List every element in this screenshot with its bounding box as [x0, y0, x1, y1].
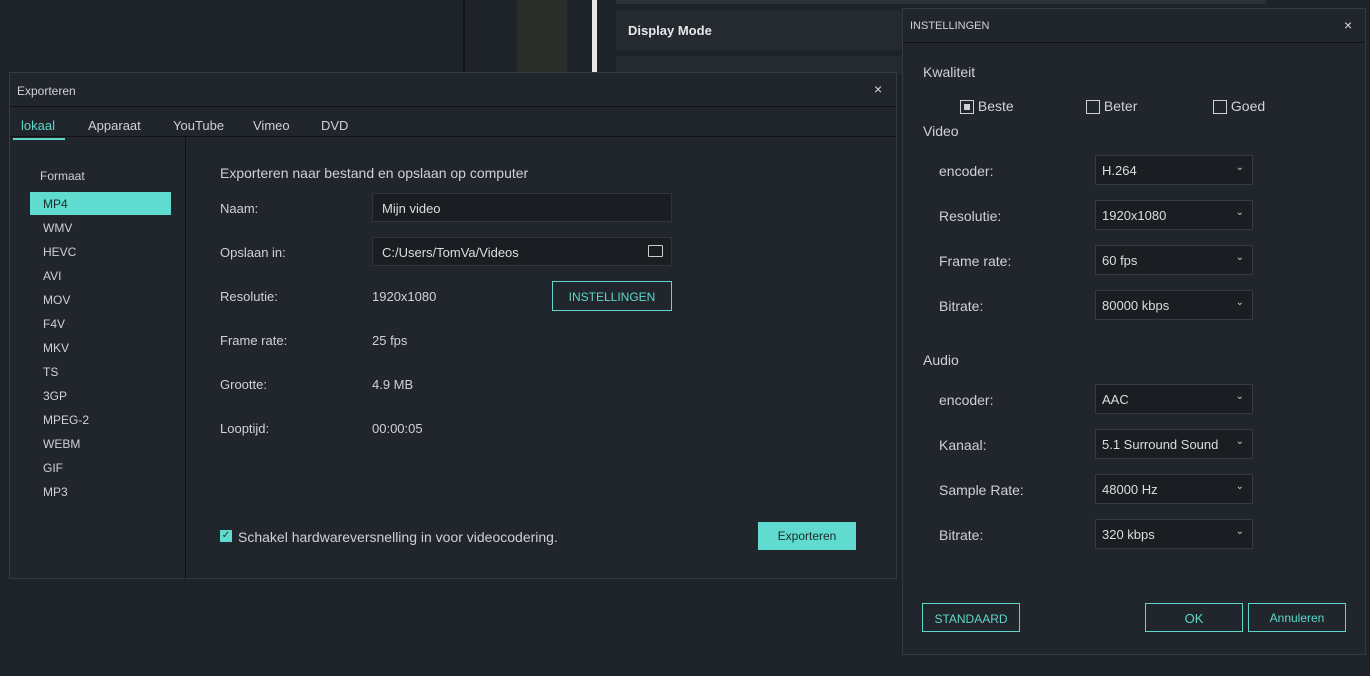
format-item-mov[interactable]: MOV	[30, 288, 171, 311]
video-select[interactable]: H.264 ⌄	[1095, 155, 1253, 185]
export-title: Exporteren	[17, 84, 76, 98]
format-item-mkv[interactable]: MKV	[30, 336, 171, 359]
folder-icon[interactable]	[648, 245, 663, 257]
size-label: Grootte:	[220, 377, 267, 392]
audio-field-label: Sample Rate:	[939, 482, 1024, 498]
select-value: 80000 kbps	[1102, 298, 1170, 313]
select-value: 320 kbps	[1102, 527, 1155, 542]
format-item-gif[interactable]: GIF	[30, 456, 171, 479]
standard-button[interactable]: STANDAARD	[922, 603, 1020, 632]
resolution-label: Resolutie:	[220, 289, 278, 304]
select-value: AAC	[1102, 392, 1129, 407]
format-item-3gp[interactable]: 3GP	[30, 384, 171, 407]
cancel-button[interactable]: Annuleren	[1248, 603, 1346, 632]
tab-youtube[interactable]: YouTube	[173, 118, 224, 133]
chevron-down-icon: ⌄	[1235, 252, 1244, 263]
duration-label: Looptijd:	[220, 421, 270, 436]
quality-option-beste[interactable]: Beste	[960, 98, 1014, 115]
framerate-label: Frame rate:	[220, 333, 288, 348]
audio-select[interactable]: 5.1 Surround Sound ⌄	[1095, 429, 1253, 459]
title-divider	[10, 106, 896, 107]
quality-option-label: Goed	[1230, 98, 1266, 114]
video-label: Video	[923, 123, 959, 139]
format-item-wmv[interactable]: WMV	[30, 216, 171, 239]
format-item-avi[interactable]: AVI	[30, 264, 171, 287]
settings-title: INSTELLINGEN	[910, 20, 990, 32]
preview-strip	[517, 0, 567, 72]
save-path-input[interactable]: C:/Users/TomVa/Videos	[372, 237, 672, 266]
size-value: 4.9 MB	[372, 377, 414, 392]
framerate-value: 25 fps	[372, 333, 408, 348]
checkbox-icon[interactable]	[1086, 100, 1100, 115]
preview-border	[592, 0, 597, 72]
select-value: H.264	[1102, 163, 1137, 178]
format-item-mp3[interactable]: MP3	[30, 480, 171, 503]
chevron-down-icon: ⌄	[1235, 297, 1244, 308]
ok-button[interactable]: OK	[1145, 603, 1243, 632]
format-item-mp4[interactable]: MP4	[30, 192, 171, 215]
format-item-webm[interactable]: WEBM	[30, 432, 171, 455]
chevron-down-icon: ⌄	[1235, 436, 1244, 447]
sidebar-divider	[185, 137, 186, 579]
close-icon[interactable]: ×	[874, 81, 882, 97]
quality-option-label: Beste	[977, 98, 1014, 114]
checkbox-icon[interactable]	[1213, 100, 1227, 115]
audio-select[interactable]: AAC ⌄	[1095, 384, 1253, 414]
format-item-hevc[interactable]: HEVC	[30, 240, 171, 263]
title-divider	[903, 42, 1365, 43]
save-path-value: C:/Users/TomVa/Videos	[382, 245, 519, 260]
quality-option-label: Beter	[1103, 98, 1138, 114]
chevron-down-icon: ⌄	[1235, 207, 1244, 218]
display-mode-header[interactable]: Display Mode	[616, 10, 906, 50]
audio-select[interactable]: 320 kbps ⌄	[1095, 519, 1253, 549]
settings-button[interactable]: INSTELLINGEN	[552, 281, 672, 311]
video-field-label: Bitrate:	[939, 298, 984, 314]
audio-field-label: Kanaal:	[939, 437, 987, 453]
chevron-down-icon: ⌄	[1235, 391, 1244, 402]
chevron-down-icon: ⌄	[1235, 162, 1244, 173]
format-label: Formaat	[40, 169, 85, 183]
audio-field-label: encoder:	[939, 392, 994, 408]
panel-top	[616, 0, 1266, 4]
checkbox-icon[interactable]	[960, 100, 974, 115]
export-button[interactable]: Exporteren	[758, 522, 856, 550]
tab-vimeo[interactable]: Vimeo	[253, 118, 290, 133]
video-select[interactable]: 60 fps ⌄	[1095, 245, 1253, 275]
format-item-ts[interactable]: TS	[30, 360, 171, 383]
select-value: 5.1 Surround Sound	[1102, 437, 1219, 452]
chevron-down-icon: ⌄	[1235, 526, 1244, 537]
format-item-mpeg-2[interactable]: MPEG-2	[30, 408, 171, 431]
quality-option-beter[interactable]: Beter	[1086, 98, 1138, 115]
video-field-label: Resolutie:	[939, 208, 1002, 224]
name-label: Naam:	[220, 201, 259, 216]
save-label: Opslaan in:	[220, 245, 286, 260]
resolution-value: 1920x1080	[372, 289, 437, 304]
name-input[interactable]: Mijn video	[372, 193, 672, 222]
duration-value: 00:00:05	[372, 421, 423, 436]
video-select[interactable]: 1920x1080 ⌄	[1095, 200, 1253, 230]
hw-accel-checkbox[interactable]: ✓	[220, 530, 232, 542]
video-select[interactable]: 80000 kbps ⌄	[1095, 290, 1253, 320]
audio-label: Audio	[923, 352, 959, 368]
tab-apparaat[interactable]: Apparaat	[88, 118, 141, 133]
quality-label: Kwaliteit	[923, 64, 976, 80]
video-field-label: encoder:	[939, 163, 994, 179]
audio-field-label: Bitrate:	[939, 527, 984, 543]
close-icon[interactable]: ×	[1344, 17, 1352, 33]
select-value: 1920x1080	[1102, 208, 1167, 223]
select-value: 48000 Hz	[1102, 482, 1158, 497]
audio-select[interactable]: 48000 Hz ⌄	[1095, 474, 1253, 504]
tab-dvd[interactable]: DVD	[321, 118, 348, 133]
chevron-down-icon: ⌄	[1235, 481, 1244, 492]
export-heading: Exporteren naar bestand en opslaan op co…	[220, 165, 529, 181]
video-field-label: Frame rate:	[939, 253, 1012, 269]
select-value: 60 fps	[1102, 253, 1138, 268]
format-item-f4v[interactable]: F4V	[30, 312, 171, 335]
tabs-divider	[10, 136, 896, 137]
quality-option-goed[interactable]: Goed	[1213, 98, 1266, 115]
divider	[463, 0, 465, 72]
hw-accel-label: Schakel hardwareversnelling in voor vide…	[238, 529, 558, 545]
